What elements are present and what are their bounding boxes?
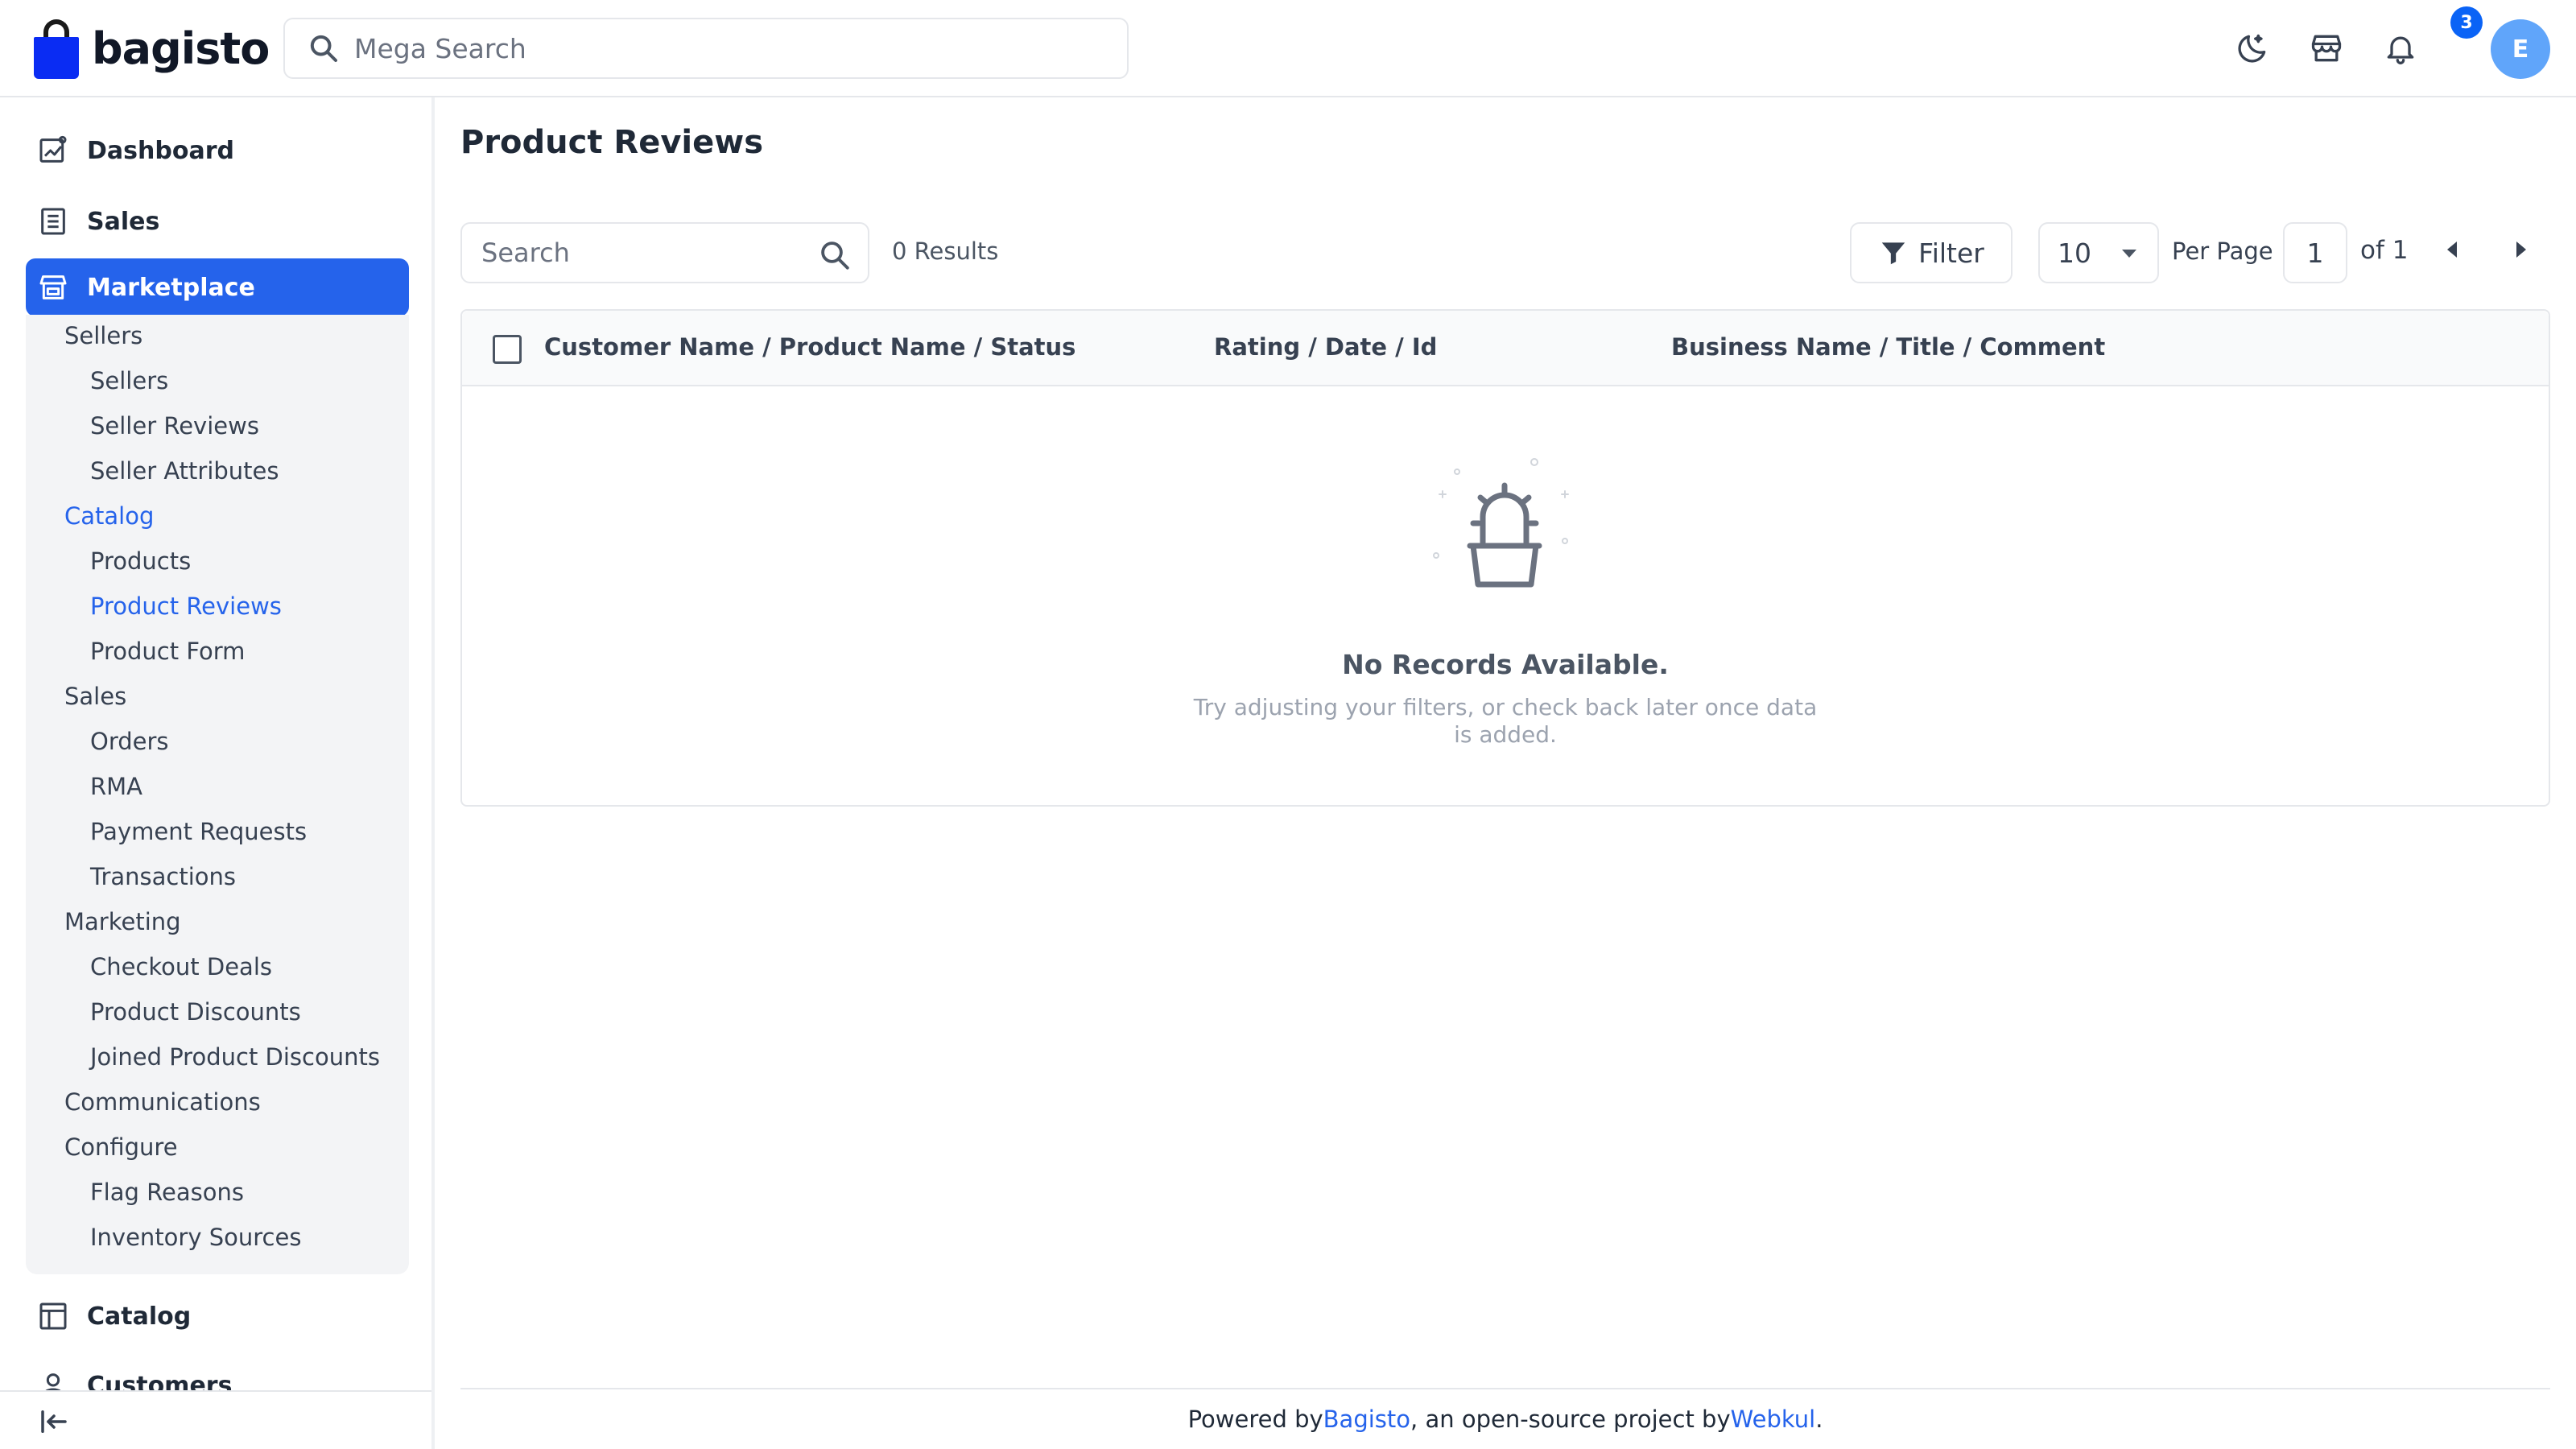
footer-prefix: Powered by	[1187, 1406, 1323, 1433]
page-number-input[interactable]: 1	[2283, 222, 2347, 283]
submenu-inventory-sources[interactable]: Inventory Sources	[90, 1224, 301, 1251]
submenu-rma[interactable]: RMA	[90, 773, 142, 800]
submenu-orders[interactable]: Orders	[90, 728, 169, 755]
storefront-button[interactable]	[2301, 23, 2352, 74]
dashboard-icon	[39, 135, 67, 163]
notifications-button[interactable]	[2375, 23, 2426, 74]
per-page-select[interactable]: 10	[2038, 222, 2159, 283]
store-icon	[2311, 35, 2342, 62]
submenu-product-reviews[interactable]: Product Reviews	[90, 592, 282, 620]
empty-state-title: No Records Available.	[1342, 649, 1669, 680]
per-page-label: Per Page	[2172, 237, 2273, 265]
page-title: Product Reviews	[460, 124, 763, 161]
search-icon[interactable]	[818, 238, 852, 272]
results-count: 0 Results	[892, 237, 999, 265]
submenu-configure-group[interactable]: Configure	[64, 1133, 178, 1161]
per-page-value: 10	[2058, 237, 2091, 269]
sidebar-item-label: Catalog	[87, 1302, 192, 1331]
submenu-sellers-group[interactable]: Sellers	[64, 322, 142, 349]
mega-search-input[interactable]	[354, 32, 1079, 64]
filter-button[interactable]: Filter	[1850, 222, 2013, 283]
sidebar-item-label: Dashboard	[87, 136, 234, 165]
notification-badge: 3	[2450, 6, 2483, 39]
select-all-checkbox[interactable]	[493, 335, 522, 364]
sidebar-item-label: Marketplace	[87, 273, 255, 302]
column-header-business[interactable]: Business Name / Title / Comment	[1671, 333, 2105, 361]
submenu-seller-attributes[interactable]: Seller Attributes	[90, 457, 279, 485]
submenu-sellers[interactable]: Sellers	[90, 367, 168, 394]
footer-middle: , an open-source project by	[1410, 1406, 1731, 1433]
submenu-flag-reasons[interactable]: Flag Reasons	[90, 1179, 244, 1206]
logo-text: bagisto	[92, 23, 270, 74]
filter-label: Filter	[1918, 237, 1984, 269]
webkul-link[interactable]: Webkul	[1731, 1406, 1816, 1433]
submenu-payment-requests[interactable]: Payment Requests	[90, 818, 307, 845]
submenu-seller-reviews[interactable]: Seller Reviews	[90, 412, 259, 440]
sales-icon	[41, 208, 65, 235]
submenu-catalog-group[interactable]: Catalog	[64, 502, 154, 530]
submenu-communications[interactable]: Communications	[64, 1088, 261, 1116]
top-header: bagisto 3 E	[0, 0, 2576, 97]
page-footer: Powered by Bagisto, an open-source proje…	[460, 1388, 2550, 1449]
catalog-icon	[39, 1302, 67, 1330]
page-total-label: of 1	[2360, 236, 2409, 265]
reviews-datagrid: Customer Name / Product Name / Status Ra…	[460, 309, 2550, 807]
submenu-product-form[interactable]: Product Form	[90, 638, 245, 665]
submenu-products[interactable]: Products	[90, 547, 191, 575]
datagrid-search-input[interactable]	[481, 237, 803, 268]
dark-mode-toggle[interactable]	[2227, 23, 2278, 74]
submenu-sales-group[interactable]: Sales	[64, 683, 126, 710]
sidebar: Dashboard Sales Marketplace Sellers Sell…	[0, 97, 435, 1449]
search-icon	[310, 35, 337, 62]
column-header-customer[interactable]: Customer Name / Product Name / Status	[544, 333, 1075, 361]
previous-page-icon[interactable]	[2447, 242, 2457, 258]
caret-down-icon	[2122, 250, 2136, 258]
submenu-product-discounts[interactable]: Product Discounts	[90, 998, 301, 1026]
submenu-joined-product-discounts[interactable]: Joined Product Discounts	[90, 1043, 380, 1071]
mega-search-box[interactable]	[283, 18, 1129, 79]
sidebar-item-sales[interactable]: Sales	[26, 192, 409, 250]
moon-icon	[2238, 34, 2266, 63]
datagrid-search-box[interactable]	[460, 222, 869, 283]
sidebar-footer	[0, 1390, 431, 1449]
sidebar-item-catalog[interactable]: Catalog	[26, 1287, 409, 1345]
empty-state-description: Try adjusting your filters, or check bac…	[1193, 694, 1818, 748]
store-icon	[39, 275, 67, 299]
collapse-sidebar-icon[interactable]	[37, 1405, 71, 1439]
submenu-marketing-group[interactable]: Marketing	[64, 908, 181, 935]
footer-suffix: .	[1815, 1406, 1823, 1433]
next-page-icon[interactable]	[2516, 242, 2526, 258]
user-avatar[interactable]: E	[2491, 19, 2550, 79]
cactus-empty-icon	[1433, 458, 1569, 588]
submenu-transactions[interactable]: Transactions	[90, 863, 236, 890]
filter-icon	[1881, 242, 1905, 265]
bell-icon	[2387, 36, 2414, 64]
sidebar-item-label: Sales	[87, 207, 160, 236]
shopping-bag-icon	[32, 18, 80, 79]
bagisto-logo[interactable]: bagisto	[32, 16, 270, 80]
sidebar-item-marketplace[interactable]: Marketplace	[26, 258, 409, 316]
sidebar-item-dashboard[interactable]: Dashboard	[26, 122, 409, 180]
bagisto-link[interactable]: Bagisto	[1323, 1406, 1410, 1433]
table-header: Customer Name / Product Name / Status Ra…	[462, 311, 2549, 386]
submenu-checkout-deals[interactable]: Checkout Deals	[90, 953, 272, 980]
column-header-rating[interactable]: Rating / Date / Id	[1214, 333, 1437, 361]
